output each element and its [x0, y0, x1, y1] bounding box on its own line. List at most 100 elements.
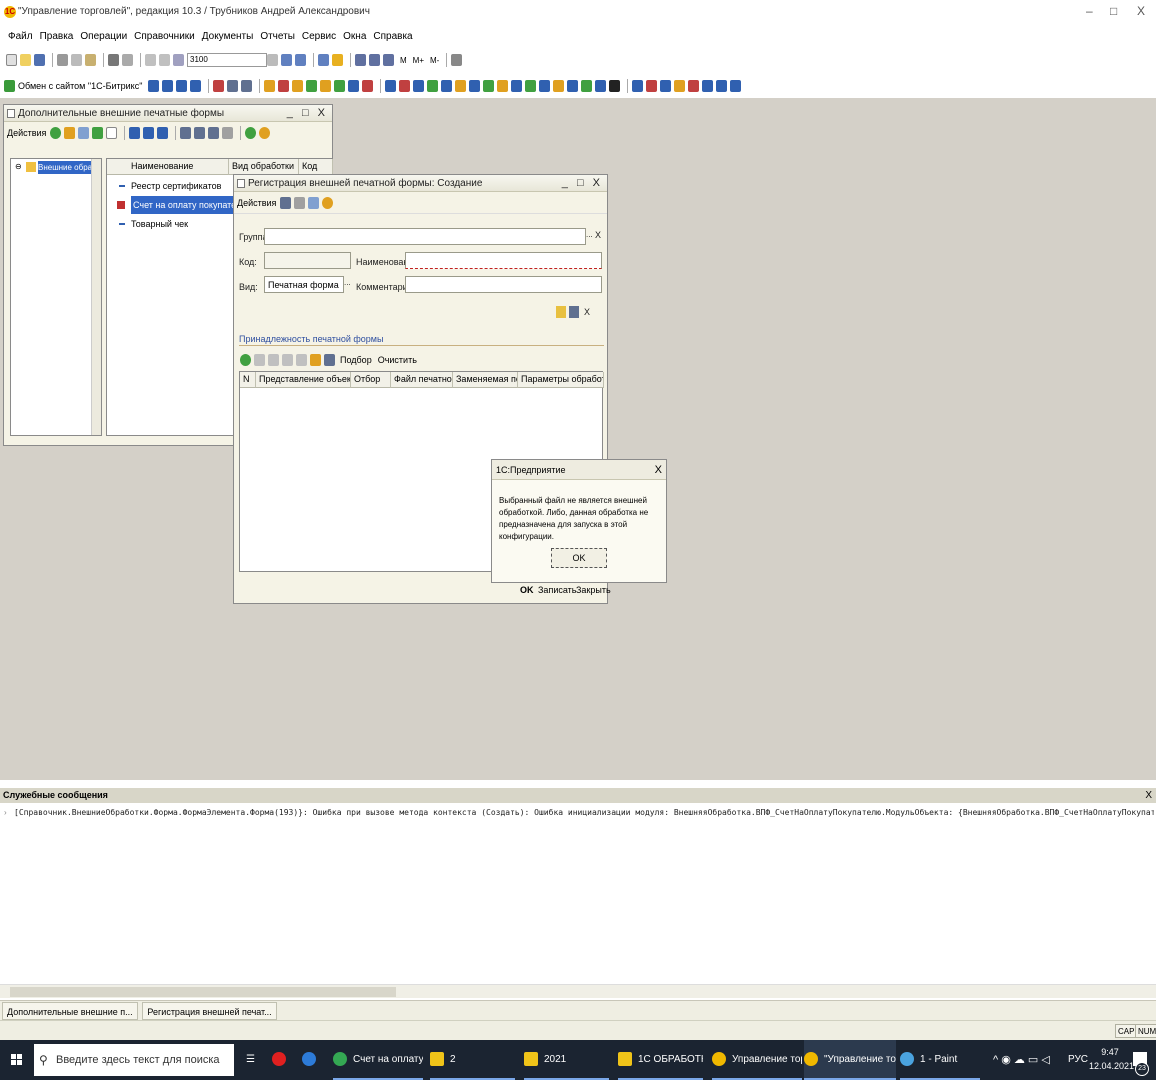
catalog-icon[interactable]: [441, 80, 453, 92]
copy-icon[interactable]: [71, 54, 82, 66]
search-icon[interactable]: [173, 54, 184, 66]
calendar-icon[interactable]: [295, 54, 306, 66]
filter-menu-icon[interactable]: [208, 127, 220, 139]
doc-icon[interactable]: [162, 80, 174, 92]
col-kind-header[interactable]: Вид обработки: [229, 159, 299, 175]
filter-icon[interactable]: [180, 127, 192, 139]
tree-toggle-icon[interactable]: ⊖: [15, 162, 22, 171]
table-row-selected[interactable]: Счет на оплату покупателю (вне: [107, 196, 235, 214]
table-row[interactable]: Реестр сертификатов: [107, 177, 235, 195]
messages-hscrollbar[interactable]: [0, 984, 1156, 998]
bitrix-exchange-button[interactable]: Обмен с сайтом "1С-Битрикс": [18, 81, 142, 91]
add-icon[interactable]: [50, 127, 62, 139]
catalog-icon[interactable]: [497, 80, 509, 92]
open-file-icon[interactable]: [556, 306, 566, 318]
folder-icon[interactable]: [310, 354, 321, 366]
expand-icon[interactable]: ›: [4, 808, 7, 817]
clear-button[interactable]: Очистить: [378, 355, 417, 365]
ok-button[interactable]: OK: [520, 585, 534, 595]
catalog-icon[interactable]: [525, 80, 537, 92]
service-icon[interactable]: [730, 80, 742, 92]
messages-close-icon[interactable]: X: [1145, 788, 1152, 803]
group-select-button[interactable]: ...: [586, 230, 593, 239]
new-icon[interactable]: [6, 54, 17, 66]
col-file-header[interactable]: Файл печатной ф...: [391, 372, 453, 388]
copy-icon[interactable]: [308, 196, 320, 209]
menu-reports[interactable]: Отчеты: [260, 31, 295, 42]
tree-item-external[interactable]: Внешние обработки: [38, 161, 92, 174]
catalog-icon[interactable]: [399, 80, 411, 92]
group-field[interactable]: [264, 228, 586, 245]
catalog-icon[interactable]: [567, 80, 579, 92]
col-object-header[interactable]: Представление объекта: [256, 372, 351, 388]
catalog-icon[interactable]: [455, 80, 467, 92]
dialog-close-icon[interactable]: X: [655, 460, 662, 480]
paste-icon[interactable]: [85, 54, 96, 66]
add-icon[interactable]: [240, 354, 251, 366]
doc-icon[interactable]: [190, 80, 202, 92]
kind-field[interactable]: Печатная форма: [264, 276, 344, 293]
menu-help[interactable]: Справка: [373, 31, 412, 42]
refresh-icon[interactable]: [318, 54, 329, 66]
help-icon[interactable]: [322, 196, 334, 209]
list-icon[interactable]: [294, 196, 306, 209]
pick-button[interactable]: Подбор: [340, 355, 372, 365]
tools-icon[interactable]: [451, 54, 463, 66]
group-clear-button[interactable]: X: [595, 230, 601, 240]
edit-icon[interactable]: [268, 354, 279, 366]
catalog-icon[interactable]: [427, 80, 439, 92]
col-params-header[interactable]: Параметры обработки: [518, 372, 604, 388]
operation-icon[interactable]: [292, 80, 304, 92]
taskbar-item-chrome[interactable]: Счет на оплату с ...: [333, 1040, 423, 1080]
taskbar-item-folder-1c[interactable]: 1С ОБРАБОТКИ: [618, 1040, 703, 1080]
operation-icon[interactable]: [348, 80, 360, 92]
scroll-thumb[interactable]: [10, 987, 396, 997]
report-icon[interactable]: [227, 80, 239, 92]
forward-icon[interactable]: [159, 54, 170, 66]
window-controls-icon[interactable]: _ □ X: [562, 175, 603, 192]
menu-operations[interactable]: Операции: [80, 31, 127, 42]
sort-desc-icon[interactable]: [296, 354, 307, 366]
calculator-icon[interactable]: [281, 54, 292, 66]
language-indicator[interactable]: РУС: [1068, 1040, 1088, 1080]
close-app-button[interactable]: X: [1137, 4, 1145, 18]
col-filter-header[interactable]: Отбор: [351, 372, 391, 388]
clear-filter-icon[interactable]: [222, 127, 234, 139]
task-view-icon[interactable]: ☰: [246, 1040, 255, 1080]
cut-icon[interactable]: [57, 54, 68, 66]
table-row[interactable]: Товарный чек: [107, 215, 235, 233]
delete-icon[interactable]: [254, 354, 265, 366]
table-icon[interactable]: [324, 354, 335, 366]
delete-icon[interactable]: [106, 127, 118, 139]
col-replaced-header[interactable]: Заменяемая печа...: [453, 372, 518, 388]
ie-icon[interactable]: [302, 1040, 322, 1080]
ext-forms-titlebar[interactable]: Дополнительные внешние печатные формы _ …: [4, 105, 332, 122]
kind-select-button[interactable]: ...: [344, 278, 351, 287]
catalog-icon[interactable]: [483, 80, 495, 92]
save-icon[interactable]: [280, 196, 292, 209]
code-field[interactable]: [264, 252, 351, 269]
table-icon[interactable]: [355, 54, 366, 66]
doc-icon[interactable]: [148, 80, 160, 92]
taskbar-item-folder-2[interactable]: 2: [430, 1040, 515, 1080]
catalog-icon[interactable]: [413, 80, 425, 92]
sort-asc-icon[interactable]: [282, 354, 293, 366]
refresh-icon[interactable]: [245, 127, 257, 139]
add-group-icon[interactable]: [64, 127, 76, 139]
tab-ext-forms[interactable]: Дополнительные внешние п...: [2, 1002, 138, 1020]
actions-menu[interactable]: Действия: [237, 198, 276, 208]
save-file-icon[interactable]: [569, 306, 579, 318]
comment-field[interactable]: [405, 276, 602, 293]
col-n-header[interactable]: N: [240, 372, 256, 388]
operation-icon[interactable]: [334, 80, 346, 92]
maximize-button[interactable]: □: [1110, 4, 1117, 18]
level-up-icon[interactable]: [143, 127, 155, 139]
window-controls-icon[interactable]: _ □ X: [287, 105, 328, 122]
service-icon[interactable]: [632, 80, 644, 92]
menu-windows[interactable]: Окна: [343, 31, 366, 42]
opera-icon[interactable]: [272, 1040, 292, 1080]
service-icon[interactable]: [702, 80, 714, 92]
menu-documents[interactable]: Документы: [202, 31, 254, 42]
service-icon[interactable]: [688, 80, 700, 92]
menu-service[interactable]: Сервис: [302, 31, 336, 42]
